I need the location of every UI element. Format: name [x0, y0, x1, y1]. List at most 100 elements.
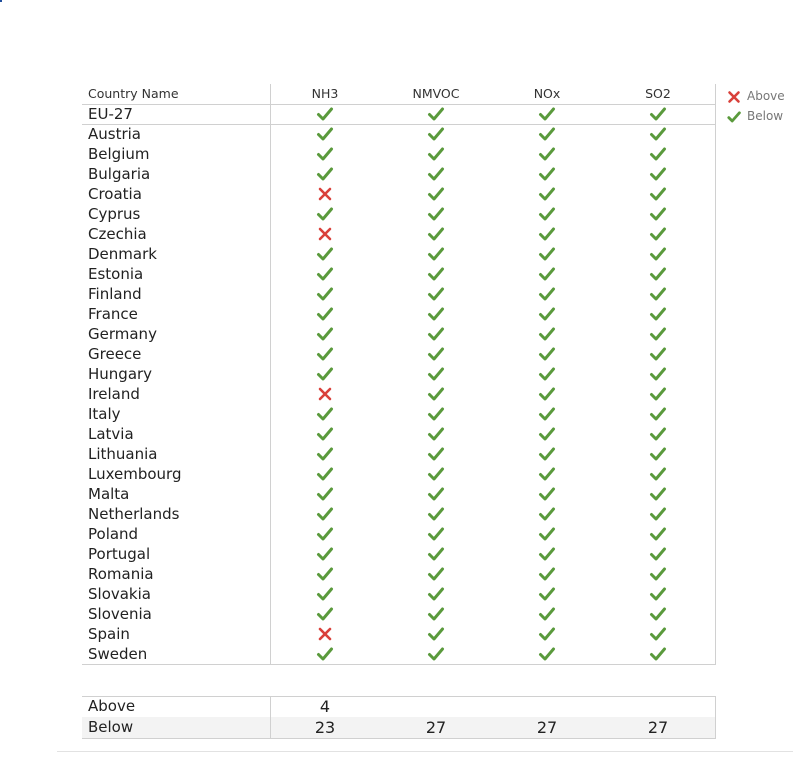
check-icon[interactable]: [648, 444, 668, 464]
check-icon[interactable]: [537, 184, 557, 204]
check-icon[interactable]: [426, 264, 446, 284]
check-icon[interactable]: [648, 344, 668, 364]
check-icon[interactable]: [537, 544, 557, 564]
check-icon[interactable]: [648, 124, 668, 144]
check-icon[interactable]: [426, 344, 446, 364]
header-nh3[interactable]: NH3: [295, 86, 355, 102]
check-icon[interactable]: [648, 144, 668, 164]
check-icon[interactable]: [426, 324, 446, 344]
check-icon[interactable]: [537, 464, 557, 484]
check-icon[interactable]: [315, 304, 335, 324]
check-icon[interactable]: [648, 304, 668, 324]
check-icon[interactable]: [537, 344, 557, 364]
check-icon[interactable]: [537, 144, 557, 164]
check-icon[interactable]: [426, 504, 446, 524]
check-icon[interactable]: [426, 284, 446, 304]
check-icon[interactable]: [426, 364, 446, 384]
check-icon[interactable]: [315, 584, 335, 604]
check-icon[interactable]: [648, 364, 668, 384]
check-icon[interactable]: [537, 224, 557, 244]
check-icon[interactable]: [648, 564, 668, 584]
check-icon[interactable]: [648, 624, 668, 644]
check-icon[interactable]: [426, 584, 446, 604]
header-nox[interactable]: NOx: [517, 86, 577, 102]
check-icon[interactable]: [315, 524, 335, 544]
check-icon[interactable]: [537, 604, 557, 624]
check-icon[interactable]: [648, 484, 668, 504]
check-icon[interactable]: [537, 524, 557, 544]
check-icon[interactable]: [537, 204, 557, 224]
check-icon[interactable]: [648, 264, 668, 284]
check-icon[interactable]: [648, 404, 668, 424]
check-icon[interactable]: [426, 104, 446, 124]
check-icon[interactable]: [426, 544, 446, 564]
check-icon[interactable]: [315, 404, 335, 424]
check-icon[interactable]: [537, 404, 557, 424]
check-icon[interactable]: [648, 324, 668, 344]
check-icon[interactable]: [426, 404, 446, 424]
cross-icon[interactable]: [315, 384, 335, 404]
check-icon[interactable]: [648, 224, 668, 244]
check-icon[interactable]: [648, 104, 668, 124]
check-icon[interactable]: [648, 184, 668, 204]
check-icon[interactable]: [648, 604, 668, 624]
legend-item-below[interactable]: Below: [727, 106, 785, 126]
check-icon[interactable]: [537, 284, 557, 304]
check-icon[interactable]: [426, 124, 446, 144]
check-icon[interactable]: [648, 204, 668, 224]
check-icon[interactable]: [648, 584, 668, 604]
check-icon[interactable]: [426, 564, 446, 584]
check-icon[interactable]: [426, 424, 446, 444]
check-icon[interactable]: [426, 644, 446, 664]
check-icon[interactable]: [648, 644, 668, 664]
cross-icon[interactable]: [315, 224, 335, 244]
check-icon[interactable]: [537, 264, 557, 284]
check-icon[interactable]: [537, 164, 557, 184]
check-icon[interactable]: [315, 484, 335, 504]
check-icon[interactable]: [537, 644, 557, 664]
check-icon[interactable]: [426, 224, 446, 244]
cross-icon[interactable]: [315, 624, 335, 644]
check-icon[interactable]: [426, 304, 446, 324]
check-icon[interactable]: [537, 424, 557, 444]
check-icon[interactable]: [537, 584, 557, 604]
check-icon[interactable]: [537, 444, 557, 464]
check-icon[interactable]: [315, 204, 335, 224]
check-icon[interactable]: [426, 144, 446, 164]
check-icon[interactable]: [426, 184, 446, 204]
check-icon[interactable]: [426, 244, 446, 264]
check-icon[interactable]: [648, 464, 668, 484]
check-icon[interactable]: [537, 504, 557, 524]
legend-item-above[interactable]: Above: [727, 86, 785, 106]
check-icon[interactable]: [537, 324, 557, 344]
check-icon[interactable]: [537, 124, 557, 144]
check-icon[interactable]: [315, 364, 335, 384]
check-icon[interactable]: [537, 104, 557, 124]
header-country-name[interactable]: Country Name: [88, 86, 179, 102]
check-icon[interactable]: [426, 204, 446, 224]
check-icon[interactable]: [315, 344, 335, 364]
check-icon[interactable]: [537, 384, 557, 404]
header-nmvoc[interactable]: NMVOC: [406, 86, 466, 102]
check-icon[interactable]: [315, 564, 335, 584]
cross-icon[interactable]: [315, 184, 335, 204]
check-icon[interactable]: [648, 544, 668, 564]
check-icon[interactable]: [537, 564, 557, 584]
check-icon[interactable]: [537, 484, 557, 504]
check-icon[interactable]: [426, 384, 446, 404]
check-icon[interactable]: [426, 164, 446, 184]
check-icon[interactable]: [315, 244, 335, 264]
check-icon[interactable]: [426, 624, 446, 644]
check-icon[interactable]: [315, 504, 335, 524]
check-icon[interactable]: [315, 284, 335, 304]
check-icon[interactable]: [648, 164, 668, 184]
check-icon[interactable]: [648, 504, 668, 524]
check-icon[interactable]: [315, 424, 335, 444]
check-icon[interactable]: [537, 624, 557, 644]
check-icon[interactable]: [537, 304, 557, 324]
check-icon[interactable]: [315, 104, 335, 124]
check-icon[interactable]: [315, 324, 335, 344]
check-icon[interactable]: [537, 244, 557, 264]
check-icon[interactable]: [426, 464, 446, 484]
check-icon[interactable]: [648, 384, 668, 404]
